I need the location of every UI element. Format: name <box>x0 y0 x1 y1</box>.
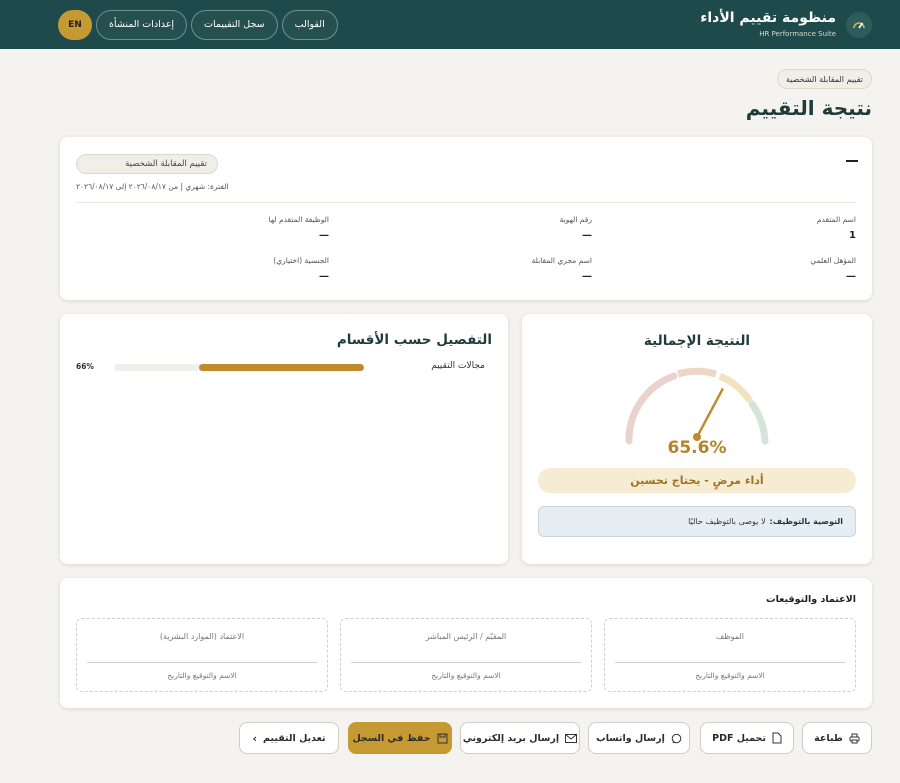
download-pdf-button[interactable]: تحميل PDF <box>700 722 794 754</box>
print-button[interactable]: طباعة <box>802 722 872 754</box>
recommendation-value: لا يوصى بالتوظيف حاليًا <box>688 517 766 526</box>
divider <box>76 202 856 203</box>
whatsapp-icon <box>671 733 682 743</box>
page-title: نتيجة التقييم <box>745 96 872 120</box>
top-bar: منظومة تقييم الأداء HR Performance Suite… <box>0 0 900 49</box>
breakdown-progress-track <box>114 364 364 371</box>
language-toggle-button[interactable]: EN <box>58 9 92 40</box>
brand: منظومة تقييم الأداء HR Performance Suite <box>700 11 872 38</box>
collapse-icon[interactable] <box>846 160 858 162</box>
app-subtitle: HR Performance Suite <box>759 30 836 38</box>
app-title: منظومة تقييم الأداء <box>700 10 836 26</box>
send-email-button[interactable]: إرسال بريد إلكتروني <box>460 722 580 754</box>
printer-icon <box>849 733 860 743</box>
gauge-logo-icon <box>846 11 872 38</box>
recommendation-label: التوصية بالتوظيف: <box>769 517 843 526</box>
nav-records-button[interactable]: سجل التقييمات <box>191 9 278 40</box>
field-applicant-name: اسم المتقدم 1 <box>816 215 856 241</box>
form-name-badge: تقييم المقابلة الشخصية <box>76 154 218 174</box>
breakdown-item-percent: 66% <box>76 362 94 371</box>
signature-box-employee[interactable]: الموظف الاسم والتوقيع والتاريخ <box>604 618 856 692</box>
overall-score: 65.6% <box>667 438 727 458</box>
edit-evaluation-button[interactable]: تعديل التقييم › <box>239 722 339 754</box>
signature-box-hr[interactable]: الاعتماد (الموارد البشرية) الاسم والتوقي… <box>76 618 328 692</box>
performance-status-badge: أداء مرضٍ - يحتاج تحسين <box>538 468 856 493</box>
field-job-applied: الوظيفة المتقدم لها — <box>268 215 329 241</box>
breadcrumb[interactable]: تقييم المقابلة الشخصية <box>776 69 872 89</box>
send-whatsapp-button[interactable]: إرسال واتساب <box>588 722 690 754</box>
score-gauge <box>625 367 769 445</box>
section-breakdown-card: التفصيل حسب الأقسام <box>60 314 508 564</box>
breakdown-item-label: مجالات التقييم <box>431 361 485 371</box>
signature-box-evaluator[interactable]: المقيّم / الرئيس المباشر الاسم والتوقيع … <box>340 618 592 692</box>
field-nationality: الجنسية (اختياري) — <box>273 256 329 282</box>
field-id-number: رقم الهوية — <box>559 215 592 241</box>
field-qualification: المؤهل العلمي — <box>810 256 856 282</box>
signatures-title: الاعتماد والتوقيعات <box>766 594 856 605</box>
mail-icon <box>565 733 578 743</box>
top-nav: EN إعدادات المنشأة سجل التقييمات القوالب <box>58 9 338 40</box>
signatures-card: الاعتماد والتوقيعات الموظف الاسم والتوقي… <box>60 578 872 708</box>
breakdown-title: التفصيل حسب الأقسام <box>336 332 492 348</box>
nav-settings-button[interactable]: إعدادات المنشأة <box>96 9 188 40</box>
nav-templates-button[interactable]: القوالب <box>281 9 338 40</box>
breakdown-progress-fill <box>199 364 364 371</box>
file-icon <box>772 732 782 744</box>
gauge-needle <box>695 387 724 438</box>
result-title: النتيجة الإجمالية <box>643 333 751 349</box>
chevron-right-icon: › <box>252 731 258 745</box>
field-interviewer: اسم مجري المقابلة — <box>531 256 592 282</box>
applicant-info-card: تقييم المقابلة الشخصية الفترة: شهري | من… <box>60 137 872 300</box>
hiring-recommendation: التوصية بالتوظيف: لا يوصى بالتوظيف حاليً… <box>538 506 856 537</box>
period-text: الفترة: شهري | من ٢٠٢٦/٠٨/١٧ إلى ٢٠٢٦/٠٨… <box>76 182 229 191</box>
save-icon <box>437 733 448 743</box>
save-to-records-button[interactable]: حفظ في السجل <box>348 722 452 754</box>
